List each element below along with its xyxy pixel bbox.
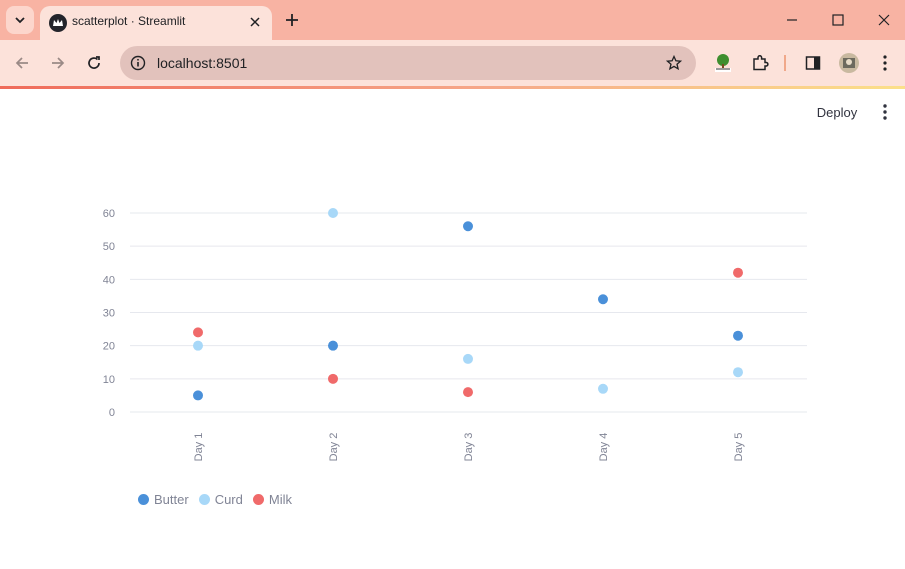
scatter-chart: 0 10 20 30 40 50 60 Day 1 Day 2 Day 3 Day 4 Day 5 [103, 208, 807, 462]
legend-marker-butter [138, 493, 149, 505]
data-point-butter [328, 340, 338, 351]
y-tick-label: 40 [103, 274, 115, 286]
legend-marker-curd [198, 493, 210, 505]
legend-label-milk: Milk [268, 491, 292, 507]
x-tick-label: Day 3 [463, 433, 475, 462]
data-point-milk [733, 267, 743, 278]
x-tick-label: Day 4 [598, 433, 610, 462]
data-point-curd [463, 353, 473, 364]
chart-legend: Butter Curd Milk [138, 490, 292, 508]
data-point-curd [193, 340, 203, 351]
data-point-curd [328, 208, 338, 218]
data-point-milk [328, 373, 338, 384]
legend-item-milk[interactable]: Milk [252, 491, 292, 507]
legend-label-curd: Curd [214, 491, 243, 507]
y-tick-label: 10 [103, 374, 115, 386]
data-point-butter [733, 330, 743, 341]
x-tick-label: Day 2 [328, 433, 340, 462]
y-tick-label: 50 [103, 241, 115, 253]
legend-item-curd[interactable]: Curd [198, 491, 243, 507]
legend-label-butter: Butter [154, 491, 189, 507]
data-point-curd [598, 383, 608, 394]
y-tick-label: 30 [103, 308, 115, 320]
data-point-butter [598, 294, 608, 305]
data-point-butter [193, 390, 203, 401]
y-tick-label: 0 [109, 407, 115, 419]
data-point-milk [193, 327, 203, 338]
data-point-milk [463, 387, 473, 398]
data-point-curd [733, 367, 743, 378]
y-tick-label: 20 [103, 341, 115, 353]
legend-item-butter[interactable]: Butter [138, 492, 189, 507]
legend-marker-milk [252, 493, 264, 505]
x-tick-label: Day 5 [733, 433, 745, 462]
data-point-butter [463, 221, 473, 232]
x-tick-label: Day 1 [193, 433, 205, 462]
y-tick-label: 60 [103, 208, 115, 220]
